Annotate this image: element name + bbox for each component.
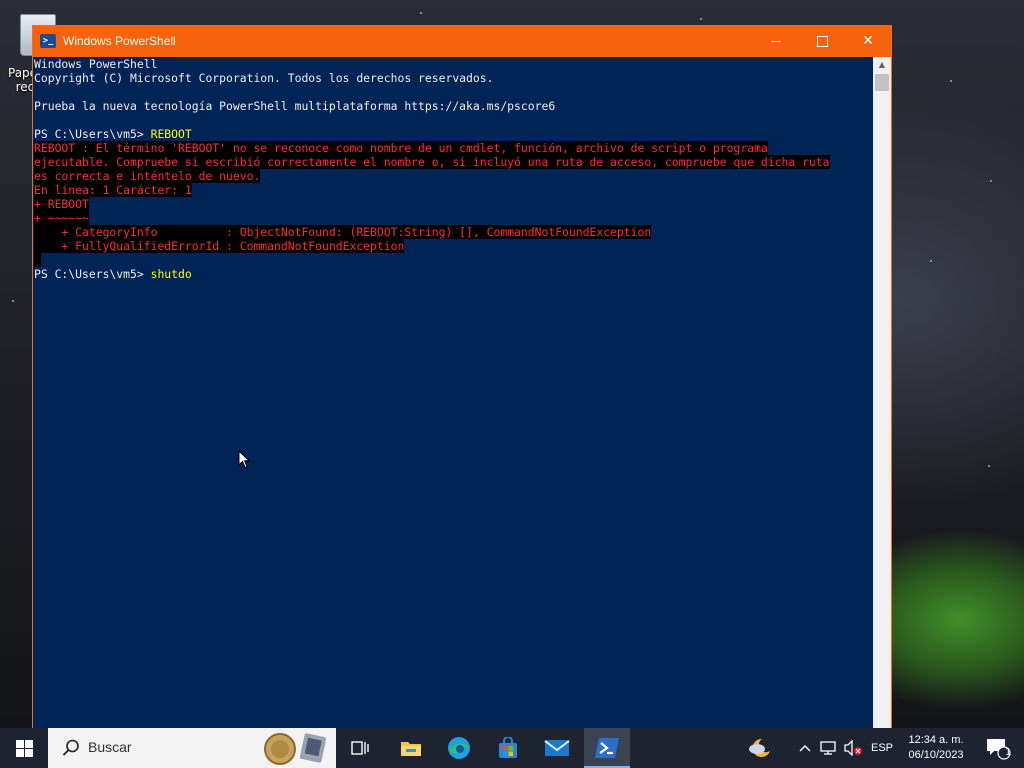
start-button[interactable]	[0, 728, 48, 768]
error-line: ejecutable. Compruebe si escribió correc…	[34, 155, 872, 169]
taskbar-file-explorer[interactable]	[394, 728, 428, 768]
error-line: + ~~~~~~	[34, 211, 872, 225]
prompt-text: PS C:\Users\vm5>	[34, 267, 151, 281]
scroll-thumb[interactable]	[875, 74, 889, 91]
network-icon	[820, 741, 836, 755]
minimize-icon	[771, 40, 781, 42]
show-hidden-icons-button[interactable]	[796, 728, 814, 768]
notification-count: 1	[1005, 747, 1012, 758]
powershell-icon	[595, 738, 619, 758]
output-line: Windows PowerShell	[34, 57, 872, 71]
maximize-icon	[816, 35, 828, 47]
taskbar-store[interactable]	[491, 728, 525, 768]
taskbar-mail[interactable]	[540, 728, 574, 768]
line-text: + FullyQualifiedErrorId : CommandNotFoun…	[34, 239, 405, 253]
powershell-window[interactable]: >_ Windows PowerShell ✕ Windows PowerShe…	[33, 26, 891, 728]
weather-moon-cloud-icon	[749, 738, 770, 757]
minimize-button[interactable]	[753, 26, 799, 57]
clock-time: 12:34 a. m.	[908, 734, 964, 746]
volume-muted-icon	[844, 740, 862, 756]
line-text: ejecutable. Compruebe si escribió correc…	[34, 155, 830, 169]
star	[990, 180, 992, 182]
console-output[interactable]: Windows PowerShell Copyright (C) Microsof…	[34, 57, 872, 728]
search-placeholder: Buscar	[88, 739, 132, 755]
line-text: Windows PowerShell	[34, 57, 158, 71]
star	[420, 12, 422, 14]
prompt-line: PS C:\Users\vm5> shutdo	[34, 267, 872, 281]
line-text	[34, 253, 41, 267]
close-icon: ✕	[862, 33, 874, 49]
task-view-icon	[351, 741, 369, 755]
error-line: es correcta e inténtelo de nuevo.	[34, 169, 872, 183]
powershell-app-icon: >_	[40, 34, 56, 48]
error-line: + REBOOT	[34, 197, 872, 211]
line-text: Copyright (C) Microsoft Corporation. Tod…	[34, 71, 494, 85]
close-button[interactable]: ✕	[845, 26, 891, 57]
taskbar: Buscar ESP 12:34 a. m. 06/10/2023 1	[0, 728, 1024, 768]
prompt-line: PS C:\Users\vm5> REBOOT	[34, 127, 872, 141]
clock[interactable]: 12:34 a. m. 06/10/2023	[900, 728, 972, 768]
error-line: En línea: 1 Carácter: 1	[34, 183, 872, 197]
input-language[interactable]: ESP	[868, 728, 896, 768]
star	[930, 260, 932, 262]
line-text: + CategoryInfo : ObjectNotFound: (REBOOT…	[34, 225, 652, 239]
search-icon	[62, 739, 79, 756]
volume-button[interactable]	[842, 728, 864, 768]
edge-browser-icon	[448, 737, 470, 759]
command-text: REBOOT	[150, 127, 192, 141]
line-text: es correcta e inténtelo de nuevo.	[34, 169, 261, 183]
maximize-button[interactable]	[799, 26, 845, 57]
star	[988, 465, 990, 467]
network-button[interactable]	[818, 728, 840, 768]
star	[950, 80, 952, 82]
taskbar-edge[interactable]	[442, 728, 476, 768]
folder-icon	[401, 742, 421, 756]
error-line: + CategoryInfo : ObjectNotFound: (REBOOT…	[34, 225, 872, 239]
line-text: Prueba la nueva tecnología PowerShell mu…	[34, 99, 556, 113]
line-text: + ~~~~~~	[34, 211, 89, 225]
output-line: Prueba la nueva tecnología PowerShell mu…	[34, 99, 872, 113]
task-view-button[interactable]	[344, 728, 376, 768]
windows-logo-icon	[15, 739, 33, 757]
search-highlight-icon	[264, 733, 327, 765]
line-text: REBOOT : El término 'REBOOT' no se recon…	[34, 141, 768, 155]
scroll-up-arrow-icon[interactable]: ▲	[873, 57, 891, 73]
prompt-text: PS C:\Users\vm5>	[34, 127, 151, 141]
star	[700, 18, 702, 20]
window-title: Windows PowerShell	[63, 34, 176, 48]
taskbar-powershell[interactable]	[584, 728, 630, 768]
store-bag-icon	[499, 737, 517, 758]
star	[12, 300, 14, 302]
line-text: + REBOOT	[34, 197, 89, 211]
search-box[interactable]: Buscar	[48, 728, 336, 768]
error-line: + FullyQualifiedErrorId : CommandNotFoun…	[34, 239, 872, 253]
vertical-scrollbar[interactable]: ▲	[873, 57, 891, 728]
chevron-up-icon	[799, 745, 811, 752]
line-text: En línea: 1 Carácter: 1	[34, 183, 192, 197]
weather-widget[interactable]	[744, 728, 776, 768]
command-text: shutdo	[150, 267, 192, 281]
output-line: Copyright (C) Microsoft Corporation. Tod…	[34, 71, 872, 85]
error-line: REBOOT : El término 'REBOOT' no se recon…	[34, 141, 872, 155]
clock-date: 06/10/2023	[908, 749, 964, 761]
action-center-button[interactable]: 1	[980, 728, 1016, 768]
error-line	[34, 253, 872, 267]
mail-icon	[544, 740, 570, 756]
title-bar[interactable]: >_ Windows PowerShell ✕	[33, 26, 891, 57]
